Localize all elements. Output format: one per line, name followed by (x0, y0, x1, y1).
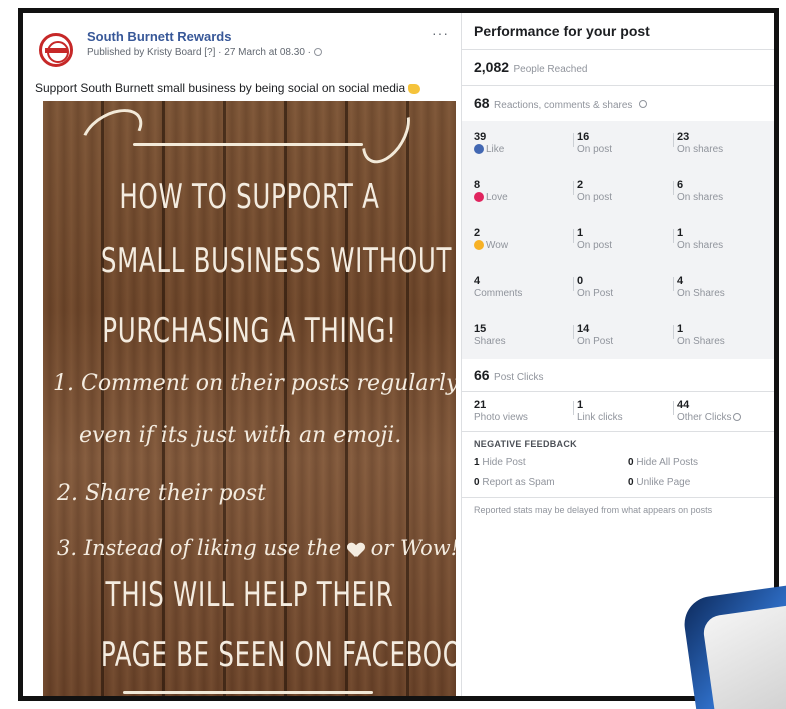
image-text-line-3: PURCHASING A THING! (102, 311, 397, 351)
shares-total: 15 Shares (474, 323, 506, 347)
comments-on-shares: 4 On Shares (677, 275, 725, 299)
image-text-line-5: even if its just with an emoji. (79, 423, 402, 448)
post-clicks-label: Post Clicks (494, 372, 544, 383)
shares-on-shares: 1 On Shares (677, 323, 725, 347)
like-on-post: 16 On post (577, 131, 613, 155)
separator (673, 229, 674, 243)
page-avatar[interactable] (39, 33, 73, 67)
people-reached-label: People Reached (513, 64, 588, 75)
post-clicks-value: 66 (474, 367, 490, 383)
separator (573, 277, 574, 291)
app-icon-decoration (680, 580, 786, 709)
hide-post-stat: 1 Hide Post (474, 457, 526, 468)
love-total: 8 Love (474, 179, 508, 203)
love-on-post: 2 On post (577, 179, 613, 203)
comments-on-post: 0 On Post (577, 275, 614, 299)
swirl-ornament-right (352, 101, 420, 172)
wow-on-post: 1 On post (577, 227, 613, 251)
separator (573, 229, 574, 243)
image-text-line-7: 3. Instead of liking use the or Wow! (57, 536, 456, 560)
reactions-label: Reactions, comments & shares (494, 100, 633, 111)
post-image[interactable]: HOW TO SUPPORT A SMALL BUSINESS WITHOUT … (43, 101, 456, 696)
thumbs-up-emoji-icon (408, 83, 421, 94)
negative-feedback-title: NEGATIVE FEEDBACK (474, 439, 577, 449)
like-on-shares: 23 On shares (677, 131, 724, 155)
post-clicks-summary: 66 Post Clicks (474, 367, 543, 385)
separator (573, 181, 574, 195)
facebook-post: South Burnett Rewards Published by Krist… (23, 13, 461, 696)
info-icon[interactable] (733, 413, 742, 422)
separator (573, 133, 574, 147)
wow-on-shares: 1 On shares (677, 227, 724, 251)
ornament-line-bottom (123, 691, 373, 694)
post-header: South Burnett Rewards Published by Krist… (33, 25, 453, 79)
info-icon[interactable] (638, 99, 647, 108)
divider (462, 49, 774, 50)
page-name-link[interactable]: South Burnett Rewards (87, 29, 231, 44)
heart-icon (348, 543, 364, 557)
image-text-line-8: THIS WILL HELP THEIR (105, 575, 394, 615)
image-text-line-4: 1. Comment on their posts regularly (53, 371, 456, 396)
hide-all-posts-stat: 0 Hide All Posts (628, 457, 699, 468)
separator (673, 133, 674, 147)
post-caption: Support South Burnett small business by … (35, 81, 421, 95)
separator (673, 277, 674, 291)
report-spam-stat: 0 Report as Spam (474, 477, 555, 488)
photo-views: 21 Photo views (474, 399, 528, 423)
image-text-line-9: PAGE BE SEEN ON FACEBOOK. (100, 635, 456, 675)
wow-total: 2 Wow (474, 227, 509, 251)
reactions-value: 68 (474, 95, 490, 111)
screenshot-frame: South Burnett Rewards Published by Krist… (18, 8, 779, 701)
ornament-line (133, 143, 363, 146)
post-meta: Published by Kristy Board [?] · 27 March… (87, 47, 322, 58)
image-text-line-1: HOW TO SUPPORT A (119, 177, 380, 217)
more-options-icon[interactable]: ··· (432, 25, 449, 41)
separator (573, 325, 574, 339)
like-total: 39 Like (474, 131, 505, 155)
people-reached: 2,082 People Reached (474, 59, 587, 77)
globe-icon (313, 48, 322, 57)
reactions-summary: 68 Reactions, comments & shares (474, 95, 647, 113)
other-clicks: 44 Other Clicks (677, 399, 742, 423)
like-icon (474, 144, 484, 155)
image-text-line-2: SMALL BUSINESS WITHOUT (100, 241, 453, 281)
comments-total: 4 Comments (474, 275, 523, 299)
divider (462, 431, 774, 432)
love-icon (474, 192, 484, 203)
unlike-page-stat: 0 Unlike Page (628, 477, 691, 488)
divider (462, 391, 774, 392)
stats-delay-footnote: Reported stats may be delayed from what … (474, 505, 713, 515)
people-reached-value: 2,082 (474, 59, 510, 75)
image-text-line-6: 2. Share their post (57, 481, 266, 506)
love-on-shares: 6 On shares (677, 179, 724, 203)
reactions-breakdown: 39 Like 16 On post 23 On shares 8 Love 2 On p… (462, 121, 774, 359)
shares-on-post: 14 On Post (577, 323, 614, 347)
divider (462, 497, 774, 498)
separator (673, 325, 674, 339)
panel-title: Performance for your post (474, 23, 650, 39)
separator (673, 181, 674, 195)
separator (573, 401, 574, 415)
link-clicks: 1 Link clicks (577, 399, 623, 423)
divider (462, 85, 774, 86)
swirl-ornament-left (73, 101, 151, 167)
wow-icon (474, 240, 484, 251)
separator (673, 401, 674, 415)
